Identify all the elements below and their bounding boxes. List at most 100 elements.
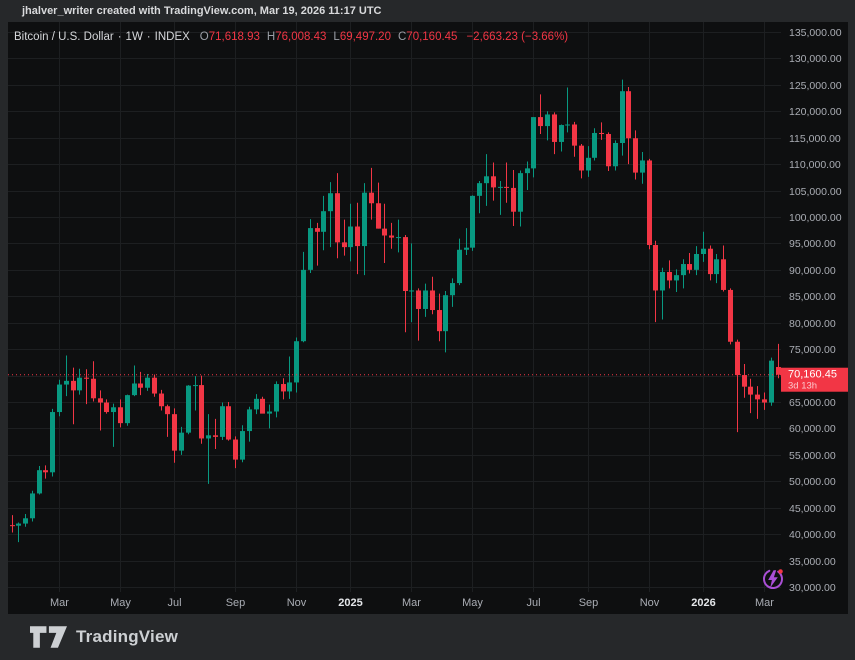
candle: [498, 181, 503, 215]
candle: [769, 357, 774, 406]
candle: [315, 222, 320, 266]
legend-change: −2,663.23 (−3.66%): [466, 31, 569, 43]
time-tick-label: Nov: [287, 597, 307, 609]
time-tick-label: Jul: [167, 597, 181, 609]
candle: [118, 399, 123, 428]
candle: [382, 203, 387, 263]
price-tick-label: 55,000.00: [789, 450, 836, 462]
candles-series: [10, 79, 781, 543]
candle: [525, 161, 530, 191]
candle: [776, 343, 781, 379]
candle: [464, 228, 469, 256]
footer-bar: TradingView: [0, 614, 855, 660]
candle: [491, 162, 496, 201]
candle: [193, 376, 198, 411]
candle: [457, 238, 462, 286]
price-axis[interactable]: 135,000.00 130,000.00 125,000.00 120,000.00…: [789, 27, 842, 594]
candle: [287, 356, 292, 399]
last-price-value: 70,160.45: [788, 369, 837, 381]
candle: [620, 79, 625, 156]
candle: [165, 404, 170, 437]
candle: [714, 254, 719, 284]
legend-high: H76,008.43: [266, 31, 327, 43]
candle: [599, 122, 604, 140]
candle: [179, 426, 184, 455]
price-tick-label: 45,000.00: [789, 503, 836, 515]
candle: [64, 355, 69, 397]
candle: [10, 515, 15, 533]
lightning-icon: [763, 569, 783, 589]
candle: [667, 260, 672, 289]
time-axis[interactable]: Mar May Jul Sep Nov 2025 Mar May Jul Sep Nov 2026 Ma…: [50, 597, 774, 609]
legend-open: O71,618.93: [199, 31, 260, 43]
candle: [708, 245, 713, 281]
candle: [294, 337, 299, 393]
tradingview-wordmark[interactable]: TradingView: [76, 627, 178, 647]
candle: [681, 259, 686, 289]
time-tick-label: Mar: [50, 597, 69, 609]
candle: [23, 514, 28, 527]
candle: [674, 269, 679, 293]
attribution-bar: jhalver_writer created with TradingView.…: [0, 0, 855, 22]
candle: [104, 399, 109, 414]
candle: [470, 195, 475, 251]
time-tick-label: 2026: [691, 597, 715, 609]
candle: [186, 385, 191, 435]
candlestick-chart[interactable]: 135,000.00 130,000.00 125,000.00 120,000.00…: [8, 22, 848, 614]
price-tick-label: 85,000.00: [789, 291, 836, 303]
candle: [538, 94, 543, 135]
time-tick-label: Sep: [579, 597, 599, 609]
candle: [396, 219, 401, 253]
candle: [226, 402, 231, 441]
candle: [762, 392, 767, 410]
candle: [247, 406, 252, 442]
candle: [735, 339, 740, 433]
candle: [443, 291, 448, 353]
price-tick-label: 30,000.00: [789, 582, 836, 594]
candle: [233, 436, 238, 469]
price-tick-label: 95,000.00: [789, 238, 836, 250]
candle: [30, 490, 35, 522]
price-tick-label: 65,000.00: [789, 397, 836, 409]
candle: [626, 86, 631, 165]
candle: [199, 375, 204, 444]
candle: [606, 132, 611, 172]
candle: [660, 267, 665, 320]
candle: [504, 162, 509, 203]
candle: [16, 522, 21, 543]
candle: [579, 144, 584, 179]
time-tick-label: May: [110, 597, 131, 609]
candle: [430, 276, 435, 315]
candle: [376, 182, 381, 229]
candle: [728, 288, 733, 345]
price-tick-label: 60,000.00: [789, 423, 836, 435]
candle: [138, 371, 143, 396]
price-tick-label: 100,000.00: [789, 212, 842, 224]
candle: [274, 381, 279, 418]
candle: [559, 124, 564, 152]
candle: [301, 251, 306, 343]
candle: [240, 425, 245, 463]
legend-ohlc: O71,618.93 H76,008.43 L69,497.20 C70,160…: [200, 31, 465, 43]
candle: [613, 140, 618, 171]
candle: [742, 363, 747, 398]
candle: [423, 283, 428, 317]
tradingview-logo-icon[interactable]: [30, 626, 67, 648]
price-tick-label: 35,000.00: [789, 556, 836, 568]
candle: [254, 394, 259, 415]
candle: [57, 379, 62, 417]
candle: [701, 231, 706, 262]
candle: [640, 151, 645, 184]
last-price-label: 70,160.453d 13h: [781, 367, 848, 392]
candle: [260, 396, 265, 414]
candle: [518, 170, 523, 227]
legend-separator: ·: [117, 31, 122, 43]
candle: [281, 378, 286, 400]
candle: [91, 361, 96, 402]
time-tick-label: May: [462, 597, 483, 609]
legend-symbol[interactable]: Bitcoin / U.S. Dollar: [14, 31, 114, 43]
time-tick-label: 2025: [338, 597, 362, 609]
candle: [267, 404, 272, 429]
lightning-button[interactable]: [761, 567, 785, 591]
legend-low: L69,497.20: [333, 31, 391, 43]
